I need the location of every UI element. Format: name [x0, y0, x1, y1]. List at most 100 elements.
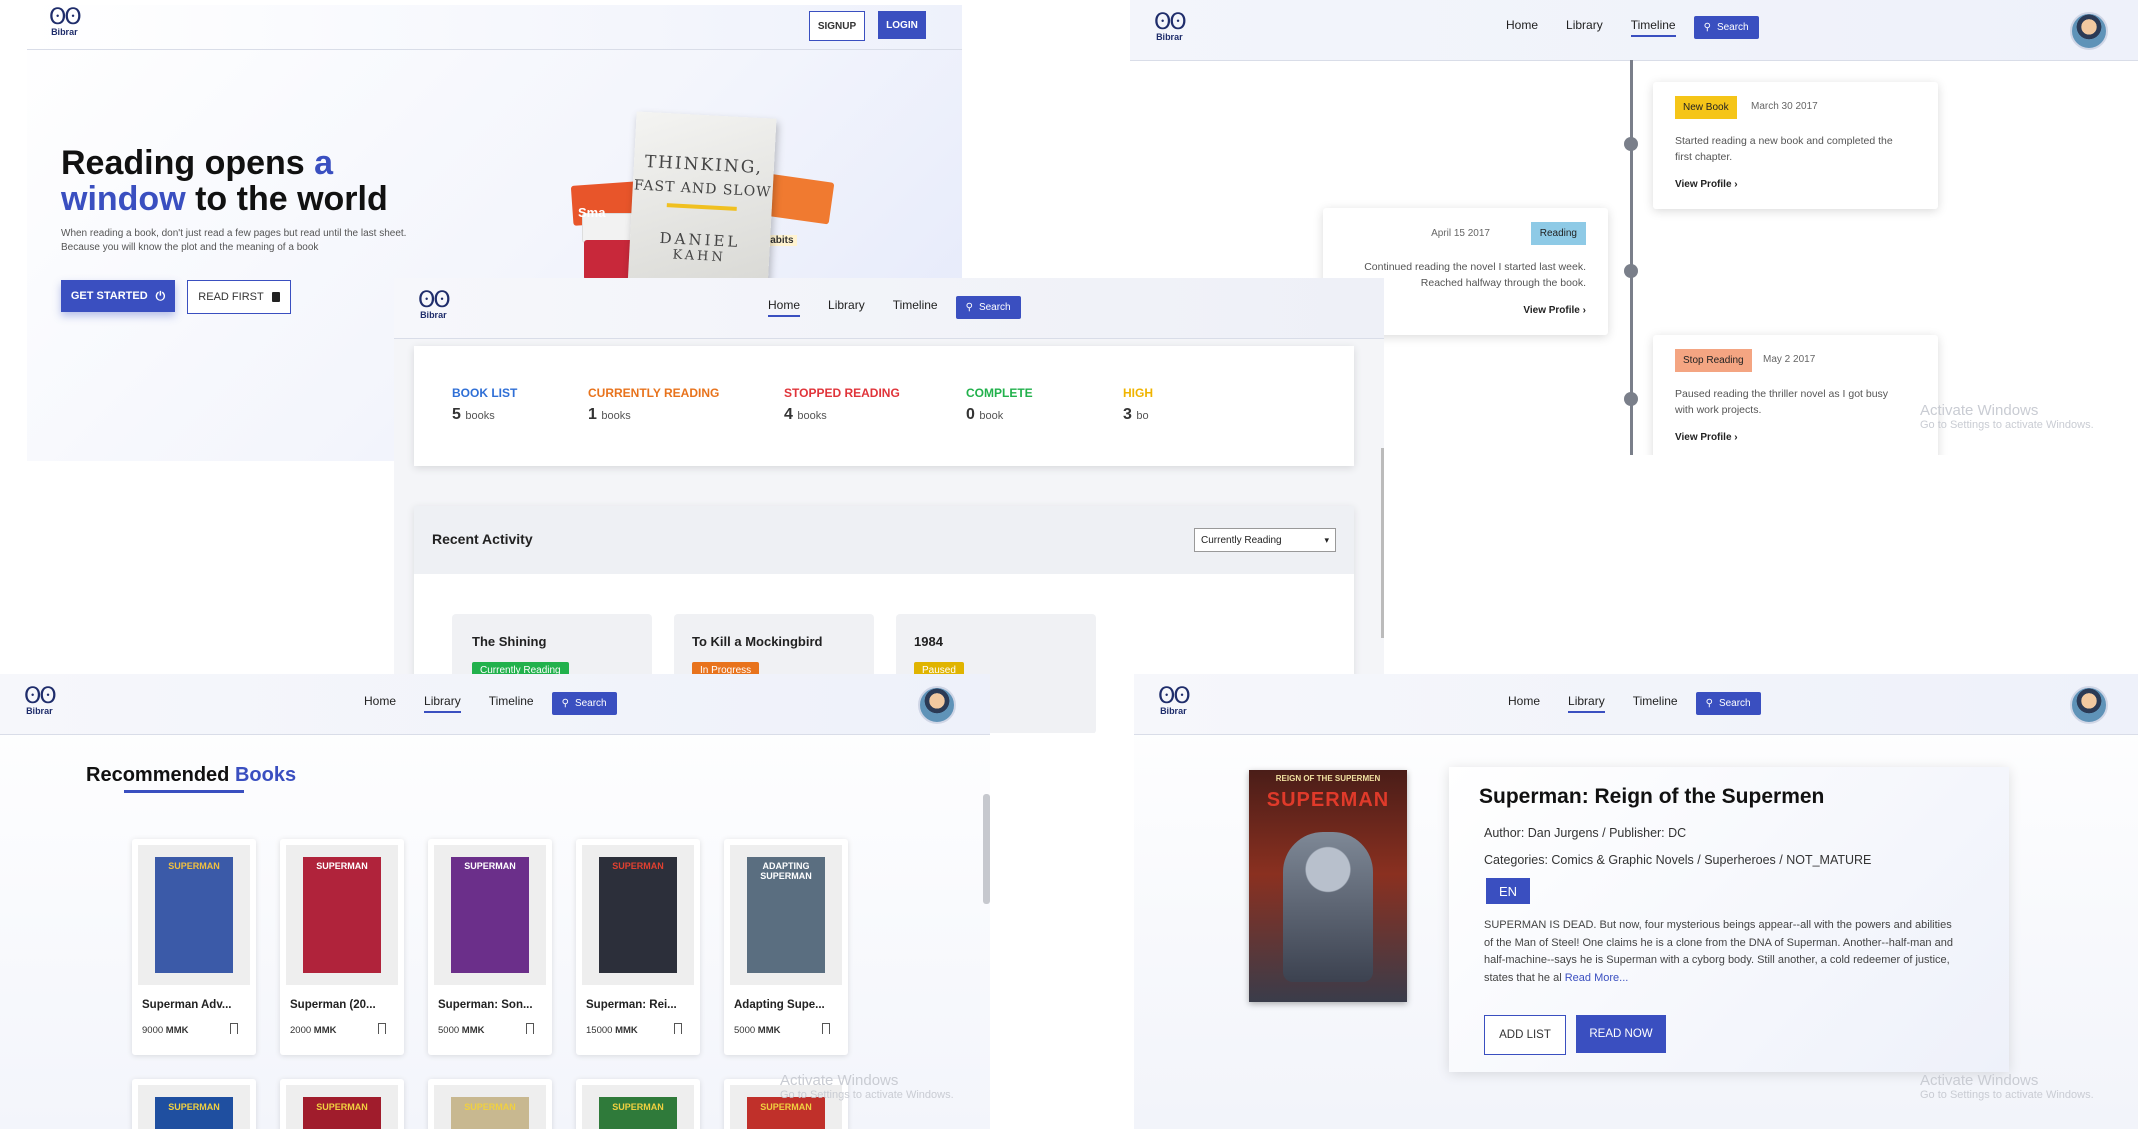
event-text-line-2: first chapter.: [1675, 151, 1733, 163]
event-text-line-2: with work projects.: [1675, 404, 1762, 416]
nav-timeline[interactable]: Timeline: [1630, 18, 1676, 37]
book-cover-image: SUPERMAN: [155, 857, 233, 973]
stat-item[interactable]: COMPLETE 0 book: [966, 386, 1033, 424]
nav-home[interactable]: Home: [1506, 18, 1538, 37]
view-profile-link[interactable]: View Profile ›: [1675, 432, 1738, 443]
read-more-link[interactable]: Read More...: [1565, 972, 1629, 984]
nav-library[interactable]: Library: [828, 298, 865, 317]
add-list-button[interactable]: ADD LIST: [1484, 1015, 1566, 1055]
event-date: May 2 2017: [1763, 354, 1816, 365]
book-card[interactable]: SUPERMAN: [280, 1079, 404, 1129]
user-avatar[interactable]: [2070, 686, 2108, 724]
chevron-down-icon: ▾: [1324, 534, 1329, 545]
brand-name: Bibrar: [1160, 706, 1187, 716]
stat-label: HIGH: [1123, 386, 1153, 400]
nav-timeline[interactable]: Timeline: [489, 694, 534, 713]
search-label: Search: [1716, 22, 1749, 33]
book-title: Superman Adv...: [142, 999, 232, 1011]
bookmark-icon[interactable]: [674, 1023, 682, 1034]
bookmark-icon[interactable]: [822, 1023, 830, 1034]
view-profile-link[interactable]: View Profile ›: [1523, 305, 1586, 316]
user-avatar[interactable]: [918, 686, 956, 724]
stat-label: COMPLETE: [966, 386, 1033, 400]
bookmark-icon[interactable]: [378, 1023, 386, 1034]
stat-count: 0: [966, 406, 975, 423]
nav-library[interactable]: Library: [1566, 18, 1603, 37]
book-card[interactable]: SUPERMAN: [428, 1079, 552, 1129]
login-button[interactable]: LOGIN: [878, 11, 926, 39]
search-button[interactable]: ⚲ Search: [955, 296, 1021, 319]
read-first-button[interactable]: READ FIRST: [187, 280, 291, 314]
book-card[interactable]: SUPERMAN Superman Adv... 9000 MMK: [132, 839, 256, 1055]
read-first-label: READ FIRST: [198, 291, 264, 303]
library-scrollbar[interactable]: [983, 794, 990, 904]
book-author-publisher: Author: Dan Jurgens / Publisher: DC: [1484, 826, 1687, 840]
stat-value: 4 books: [784, 406, 900, 424]
dashboard-nav-links: Home Library Timeline ⚲ Search: [754, 296, 1021, 319]
search-label: Search: [1718, 698, 1751, 709]
event-text-line-1: Started reading a new book and completed…: [1675, 135, 1893, 147]
stat-item[interactable]: STOPPED READING 4 books: [784, 386, 900, 424]
book-card[interactable]: SUPERMAN Superman: Son... 5000 MMK: [428, 839, 552, 1055]
cover-title: SUPERMAN: [168, 1102, 220, 1112]
nav-library[interactable]: Library: [1568, 694, 1605, 713]
bookmark-icon[interactable]: [230, 1023, 238, 1034]
get-started-label: GET STARTED: [70, 290, 148, 302]
detail-navbar: ʘʘ Bibrar Home Library Timeline ⚲ Search: [1134, 674, 2138, 735]
search-button[interactable]: ⚲ Search: [1693, 16, 1759, 39]
book-card[interactable]: SUPERMAN: [576, 1079, 700, 1129]
nav-library[interactable]: Library: [424, 694, 461, 713]
search-button[interactable]: ⚲ Search: [551, 692, 617, 715]
book-card[interactable]: SUPERMAN: [132, 1079, 256, 1129]
stat-item[interactable]: HIGH 3 bo: [1123, 386, 1153, 424]
book-card[interactable]: SUPERMAN Superman (20... 2000 MMK: [280, 839, 404, 1055]
book-stack-illustration: Sma Habits THINKING, FAST AND SLOW DANIE…: [570, 111, 842, 294]
book-title: Adapting Supe...: [734, 999, 825, 1011]
view-profile-label: View Profile: [1523, 305, 1580, 316]
read-now-button[interactable]: READ NOW: [1576, 1015, 1666, 1053]
book-price: 5000 MMK: [438, 1025, 484, 1036]
book-card[interactable]: ADAPTING SUPERMAN Adapting Supe... 5000 …: [724, 839, 848, 1055]
book-card[interactable]: SUPERMAN Superman: Rei... 15000 MMK: [576, 839, 700, 1055]
view-profile-link[interactable]: View Profile ›: [1675, 179, 1738, 190]
stat-item[interactable]: BOOK LIST 5 books: [452, 386, 517, 424]
cover-title: SUPERMAN: [464, 861, 516, 871]
watermark-title: Activate Windows: [780, 1072, 899, 1089]
price-currency: MMK: [757, 1025, 781, 1036]
nav-timeline[interactable]: Timeline: [1633, 694, 1678, 713]
brand-logo[interactable]: ʘʘ Bibrar: [1158, 686, 1191, 717]
book-description: SUPERMAN IS DEAD. But now, four mysterio…: [1484, 917, 1994, 987]
book-price: 9000 MMK: [142, 1025, 188, 1036]
nav-home[interactable]: Home: [1508, 694, 1540, 713]
description-line-1: SUPERMAN IS DEAD. But now, four mysterio…: [1484, 919, 1952, 931]
heading-accent: Books: [234, 764, 297, 786]
dashboard-panel: ʘʘ Bibrar Home Library Timeline ⚲ Search …: [394, 278, 1384, 733]
user-avatar[interactable]: [2070, 12, 2108, 50]
signup-button[interactable]: SIGNUP: [809, 11, 865, 41]
page-scrollbar[interactable]: [1381, 448, 1384, 638]
activity-filter-select[interactable]: Currently Reading ▾: [1194, 528, 1336, 552]
book-cover-title-1: THINKING,: [644, 151, 764, 179]
description-line-4: states that he al Read More...: [1484, 970, 1994, 988]
book-cover-image: SUPERMAN: [599, 857, 677, 973]
brand-logo[interactable]: ʘʘ Bibrar: [1154, 12, 1187, 43]
event-badge: Reading: [1530, 222, 1586, 245]
stat-label: CURRENTLY READING: [588, 386, 720, 400]
stat-count: 4: [784, 406, 793, 423]
headline-text-1: Reading opens: [61, 144, 315, 182]
brand-logo[interactable]: ʘʘ Bibrar: [24, 686, 57, 717]
stat-unit: books: [797, 410, 827, 422]
bookmark-icon[interactable]: [526, 1023, 534, 1034]
get-started-button[interactable]: GET STARTED ⏻: [61, 280, 175, 312]
nav-home[interactable]: Home: [364, 694, 396, 713]
brand-logo[interactable]: ʘʘ Bibrar: [418, 290, 451, 321]
nav-home[interactable]: Home: [768, 298, 801, 317]
event-badge: New Book: [1675, 96, 1737, 119]
search-button[interactable]: ⚲ Search: [1695, 692, 1761, 715]
power-icon: ⏻: [155, 288, 166, 303]
nav-timeline[interactable]: Timeline: [893, 298, 938, 317]
stat-item[interactable]: CURRENTLY READING 1 books: [588, 386, 719, 424]
brand-logo[interactable]: ʘʘ Bibrar: [49, 7, 82, 38]
stat-label: BOOK LIST: [452, 386, 518, 400]
reading-stats-card: BOOK LIST 5 books CURRENTLY READING 1 bo…: [414, 346, 1354, 466]
